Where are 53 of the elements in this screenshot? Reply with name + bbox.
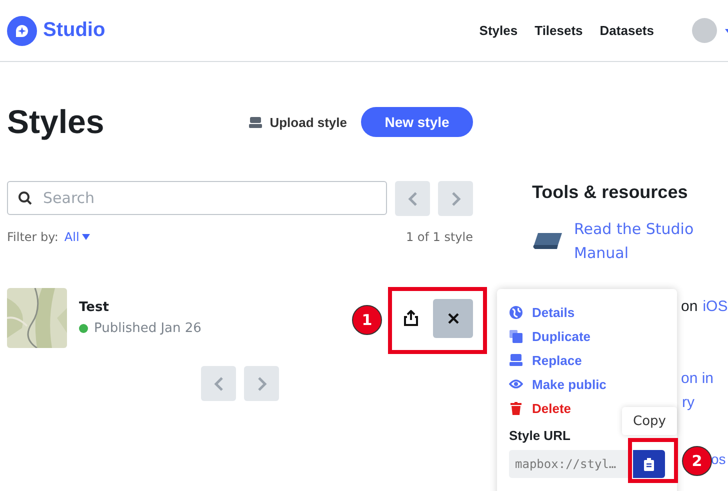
drive-icon <box>248 116 262 128</box>
next-page-button[interactable] <box>438 181 473 216</box>
style-count: 1 of 1 style <box>406 230 473 244</box>
menu-item[interactable]: Make public <box>509 372 665 396</box>
annotation-badge: 2 <box>682 446 712 476</box>
upload-style-button[interactable]: Upload style <box>248 114 347 130</box>
resource-link[interactable]: ry <box>682 394 694 411</box>
logo-text[interactable]: Studio <box>43 19 106 42</box>
resource-link[interactable]: on in <box>681 370 714 387</box>
page-title: Styles <box>7 103 106 141</box>
annotation-frame <box>628 438 678 483</box>
close-button[interactable] <box>433 298 473 338</box>
previous-page-button[interactable] <box>201 366 236 401</box>
annotation-badge: 1 <box>352 305 382 335</box>
search-field[interactable]: Search <box>7 181 387 215</box>
menu-item[interactable]: Replace <box>509 348 665 372</box>
resource-text: on <box>681 298 698 315</box>
caret-icon <box>82 234 90 240</box>
clipboard-icon <box>644 458 654 470</box>
url-field[interactable]: mapbox://styl… <box>509 450 631 478</box>
resource-link[interactable]: os <box>711 451 726 467</box>
next-page-button[interactable] <box>244 366 279 401</box>
menu-item[interactable]: Duplicate <box>509 324 665 348</box>
eye-icon <box>509 379 523 389</box>
filter-label: Filter by: <box>7 230 58 244</box>
previous-page-button[interactable] <box>395 181 430 216</box>
drive-icon <box>509 354 523 366</box>
tooltip: Copy <box>622 407 677 435</box>
chevron-left-icon <box>408 190 418 206</box>
nav-link[interactable]: Datasets <box>600 23 654 38</box>
field-label: Style URL <box>509 428 572 443</box>
trash-icon <box>509 402 523 414</box>
book-icon <box>532 231 564 251</box>
menu-item[interactable]: Details <box>509 300 665 324</box>
share-icon[interactable] <box>404 310 418 326</box>
globe-icon <box>509 306 523 318</box>
close-icon <box>448 312 458 324</box>
logo-icon <box>7 16 37 46</box>
resource-link[interactable]: Read the Studio Manual <box>574 217 714 265</box>
resource-link[interactable]: iOS <box>702 298 728 315</box>
search-icon <box>18 191 32 205</box>
chevron-left-icon <box>214 376 224 392</box>
section-title: Tools & resources <box>532 182 689 203</box>
chevron-right-icon <box>256 376 266 392</box>
avatar[interactable] <box>692 18 717 43</box>
status-text: Published Jan 26 <box>94 321 202 336</box>
copy-button[interactable] <box>633 450 665 478</box>
new-style-button[interactable]: New style <box>361 107 473 137</box>
copy-icon <box>509 330 523 342</box>
nav-link[interactable]: Tilesets <box>534 23 583 38</box>
chevron-right-icon <box>450 190 460 206</box>
filter-dropdown[interactable]: All <box>64 230 406 244</box>
nav-link[interactable]: Styles <box>479 23 518 38</box>
